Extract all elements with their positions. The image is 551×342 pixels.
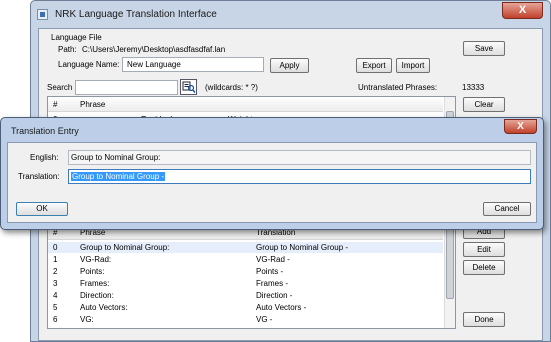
- edit-button[interactable]: Edit: [463, 242, 505, 257]
- dialog-client-area: English: Group to Nominal Group: Transla…: [7, 142, 537, 223]
- app-icon: [37, 9, 48, 20]
- row-phrase: Direction:: [80, 291, 114, 300]
- cancel-button[interactable]: Cancel: [483, 202, 531, 216]
- path-label: Path:: [58, 45, 77, 54]
- row-phrase: VG-Rad:: [80, 255, 112, 264]
- row-number: 5: [53, 303, 58, 312]
- phrase-search-list-header: # Phrase: [48, 97, 443, 112]
- english-label: English:: [30, 153, 59, 162]
- row-number: 6: [53, 315, 58, 324]
- language-name-input[interactable]: New Language: [122, 57, 264, 72]
- table-row[interactable]: 3 Frames: Frames -: [48, 278, 443, 289]
- row-number: 2: [53, 267, 58, 276]
- search-icon[interactable]: [180, 79, 197, 95]
- window-close-button[interactable]: X: [502, 2, 543, 19]
- row-translation: Group to Nominal Group -: [256, 243, 349, 252]
- translation-input-selected-text: Group to Nominal Group -: [71, 172, 166, 181]
- translation-input[interactable]: Group to Nominal Group -: [68, 169, 531, 184]
- dialog-close-button[interactable]: X: [504, 119, 537, 134]
- dialog-title: Translation Entry: [11, 126, 79, 136]
- apply-button[interactable]: Apply: [270, 58, 309, 73]
- row-phrase: Points:: [80, 267, 105, 276]
- row-translation: VG-Rad -: [256, 255, 290, 264]
- column-header-phrase[interactable]: Phrase: [80, 100, 105, 109]
- delete-button[interactable]: Delete: [463, 260, 505, 275]
- untranslated-count: 13333: [462, 83, 485, 92]
- table-row[interactable]: 5 Auto Vectors: Auto Vectors -: [48, 302, 443, 313]
- done-button[interactable]: Done: [463, 312, 505, 327]
- row-translation: VG -: [256, 315, 273, 324]
- translation-entry-dialog: Translation Entry X English: Group to No…: [0, 117, 544, 230]
- row-translation: Frames -: [256, 279, 288, 288]
- translation-label: Translation:: [18, 172, 60, 181]
- language-file-group-label: Language File: [51, 33, 102, 42]
- main-title-bar[interactable]: NRK Language Translation Interface X: [31, 1, 550, 29]
- search-label: Search: [47, 83, 73, 92]
- untranslated-label: Untranslated Phrases:: [358, 83, 438, 92]
- search-input[interactable]: [75, 80, 178, 95]
- row-phrase: VG:: [80, 315, 94, 324]
- english-field: Group to Nominal Group:: [68, 150, 531, 165]
- row-number: 3: [53, 279, 58, 288]
- import-button[interactable]: Import: [396, 58, 430, 73]
- row-phrase: Auto Vectors:: [80, 303, 128, 312]
- column-header-number[interactable]: #: [53, 100, 57, 109]
- clear-button[interactable]: Clear: [463, 97, 505, 112]
- export-button[interactable]: Export: [356, 58, 392, 73]
- ok-button[interactable]: OK: [16, 202, 68, 216]
- row-phrase: Frames:: [80, 279, 110, 288]
- save-button[interactable]: Save: [463, 41, 505, 56]
- translation-list-scrollbar[interactable]: [444, 225, 455, 328]
- row-translation: Points -: [256, 267, 284, 276]
- table-row[interactable]: 6 VG: VG -: [48, 314, 443, 325]
- row-number: 4: [53, 291, 58, 300]
- table-row[interactable]: 0 Group to Nominal Group: Group to Nomin…: [48, 242, 443, 253]
- row-number: 1: [53, 255, 58, 264]
- row-translation: Direction -: [256, 291, 293, 300]
- language-name-label: Language Name:: [58, 60, 120, 69]
- table-row[interactable]: 1 VG-Rad: VG-Rad -: [48, 254, 443, 265]
- window-title: NRK Language Translation Interface: [55, 9, 217, 20]
- row-phrase: Group to Nominal Group:: [80, 243, 170, 252]
- table-row[interactable]: 2 Points: Points -: [48, 266, 443, 277]
- table-row[interactable]: 4 Direction: Direction -: [48, 290, 443, 301]
- row-translation: Auto Vectors -: [256, 303, 307, 312]
- scrollbar-thumb[interactable]: [446, 227, 454, 299]
- row-number: 0: [53, 243, 58, 252]
- translation-list[interactable]: # Phrase Translation 0 Group to Nominal …: [47, 224, 456, 329]
- wildcards-hint: (wildcards: * ?): [205, 83, 258, 92]
- path-value: C:\Users\Jeremy\Desktop\asdfasdfaf.lan: [82, 45, 226, 54]
